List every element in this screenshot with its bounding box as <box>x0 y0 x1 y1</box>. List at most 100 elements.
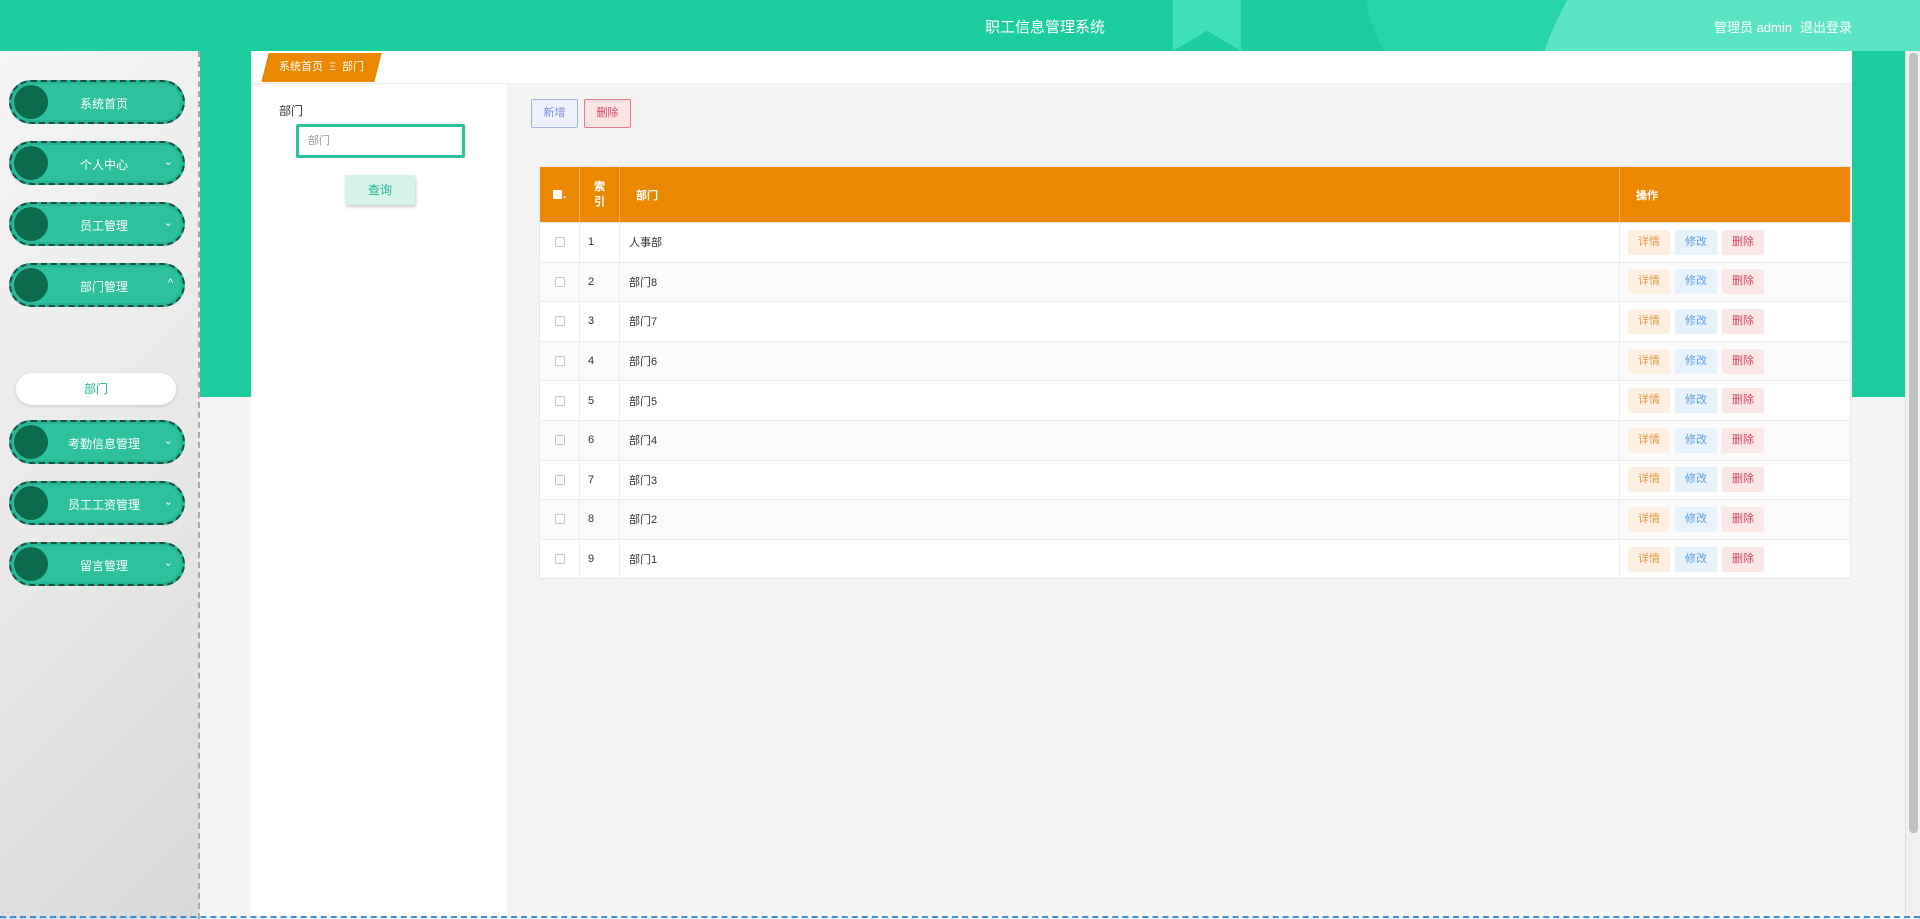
menu-circle-icon <box>14 425 48 459</box>
edit-button[interactable]: 修改 <box>1675 467 1717 493</box>
sidebar-item-label: 留言管理 <box>79 559 128 573</box>
table-row: 1 人事部 详情 修改 删除 <box>540 222 1850 262</box>
menu-circle-icon <box>14 85 48 119</box>
batch-delete-button[interactable]: 删除 <box>584 99 631 128</box>
detail-button[interactable]: 详情 <box>1628 388 1670 414</box>
sidebar-item-employee[interactable]: 员工管理 ⌄ <box>9 202 185 246</box>
detail-button[interactable]: 详情 <box>1628 427 1670 453</box>
detail-button[interactable]: 详情 <box>1628 348 1670 374</box>
breadcrumb-separator: Ξ <box>329 61 337 73</box>
row-index: 4 <box>580 341 620 381</box>
chevron-down-icon: ⌄ <box>163 217 173 229</box>
row-checkbox[interactable] <box>554 316 565 327</box>
table-row: 9 部门1 详情 修改 删除 <box>540 538 1850 579</box>
add-button[interactable]: 新增 <box>531 99 578 128</box>
edit-button[interactable]: 修改 <box>1675 546 1717 572</box>
chevron-up-icon: ^ <box>167 277 173 289</box>
delete-button[interactable]: 删除 <box>1722 506 1764 532</box>
detail-button[interactable]: 详情 <box>1628 506 1670 532</box>
row-department-name: 部门5 <box>620 381 1620 420</box>
menu-circle-icon <box>14 547 48 581</box>
content-frame: 系统首页 Ξ 部门 部门 部门 查询 新增 删除 . 索引 部门 操作 1 人事部 详情… <box>251 51 1852 917</box>
row-index: 9 <box>580 539 620 579</box>
row-checkbox[interactable] <box>554 237 565 248</box>
row-index: 2 <box>580 262 620 302</box>
delete-button[interactable]: 删除 <box>1722 269 1764 295</box>
sidebar-item-messages[interactable]: 留言管理 ⌄ <box>9 542 185 586</box>
breadcrumb-home[interactable]: 系统首页 <box>279 53 323 82</box>
row-checkbox[interactable] <box>554 554 565 565</box>
sidebar-item-label: 部门管理 <box>79 280 128 294</box>
row-index: 3 <box>580 302 620 341</box>
row-department-name: 部门4 <box>620 420 1620 460</box>
sidebar: 系统首页 个人中心 ⌄ 员工管理 ⌄ 部门管理 ^ 部门 考勤信息管理 ⌄ 员工工资管理… <box>0 51 200 919</box>
row-checkbox[interactable] <box>554 435 565 446</box>
breadcrumb-bar: 系统首页 Ξ 部门 <box>251 51 1852 84</box>
edit-button[interactable]: 修改 <box>1675 388 1717 414</box>
sidebar-item-attendance[interactable]: 考勤信息管理 ⌄ <box>9 420 185 464</box>
detail-button[interactable]: 详情 <box>1628 269 1670 295</box>
row-checkbox[interactable] <box>554 356 565 367</box>
detail-button[interactable]: 详情 <box>1628 467 1670 493</box>
sidebar-item-personal-center[interactable]: 个人中心 ⌄ <box>9 141 185 185</box>
table-row: 8 部门2 详情 修改 删除 <box>540 499 1850 539</box>
sidebar-item-label: 个人中心 <box>79 158 128 172</box>
top-header: 职工信息管理系统 管理员 admin 退出登录 <box>0 0 1920 51</box>
row-checkbox[interactable] <box>554 276 565 287</box>
edit-button[interactable]: 修改 <box>1675 348 1717 374</box>
table-row: 7 部门3 详情 修改 删除 <box>540 459 1850 500</box>
delete-button[interactable]: 删除 <box>1722 348 1764 374</box>
delete-button[interactable]: 删除 <box>1722 467 1764 493</box>
delete-button[interactable]: 删除 <box>1722 229 1764 255</box>
sidebar-item-salary[interactable]: 员工工资管理 ⌄ <box>9 481 185 525</box>
edit-button[interactable]: 修改 <box>1675 269 1717 295</box>
table-header: . 索引 部门 操作 <box>540 167 1850 222</box>
detail-button[interactable]: 详情 <box>1628 308 1670 334</box>
row-department-name: 部门6 <box>620 341 1620 381</box>
vertical-scrollbar[interactable] <box>1905 51 1920 913</box>
row-index: 7 <box>580 460 620 500</box>
edit-button[interactable]: 修改 <box>1675 308 1717 334</box>
app-title: 职工信息管理系统 <box>984 19 1105 36</box>
breadcrumb: 系统首页 Ξ 部门 <box>261 53 382 82</box>
sidebar-item-department[interactable]: 部门管理 ^ <box>9 263 185 307</box>
delete-button[interactable]: 删除 <box>1722 427 1764 453</box>
header-operations: 操作 <box>1636 189 1658 202</box>
edit-button[interactable]: 修改 <box>1675 506 1717 532</box>
header-department: 部门 <box>620 167 1620 222</box>
sidebar-subitem-department[interactable]: 部门 <box>16 373 176 405</box>
sidebar-item-label: 考勤信息管理 <box>67 437 140 451</box>
delete-button[interactable]: 删除 <box>1722 388 1764 414</box>
table-row: 4 部门6 详情 修改 删除 <box>540 340 1850 381</box>
detail-button[interactable]: 详情 <box>1628 546 1670 572</box>
scrollbar-thumb[interactable] <box>1909 53 1918 833</box>
chevron-down-icon: ⌄ <box>163 435 173 447</box>
department-search-input[interactable]: 部门 <box>296 124 465 158</box>
menu-circle-icon <box>14 207 48 241</box>
row-checkbox[interactable] <box>554 395 565 406</box>
current-user: 管理员 admin <box>1713 20 1792 35</box>
sidebar-item-label: 员工工资管理 <box>67 498 140 512</box>
breadcrumb-current: 部门 <box>342 61 365 73</box>
row-department-name: 人事部 <box>620 223 1620 262</box>
header-bookmark-decoration <box>1173 0 1241 51</box>
delete-button[interactable]: 删除 <box>1722 546 1764 572</box>
row-index: 5 <box>580 381 620 420</box>
row-checkbox[interactable] <box>554 514 565 525</box>
query-button[interactable]: 查询 <box>345 175 415 205</box>
edit-button[interactable]: 修改 <box>1675 229 1717 255</box>
header-index: 索引 <box>580 167 620 222</box>
row-department-name: 部门1 <box>620 539 1620 579</box>
select-all-checkbox[interactable] <box>552 190 562 199</box>
chevron-down-icon: ⌄ <box>163 557 173 569</box>
table-row: 3 部门7 详情 修改 删除 <box>540 301 1850 341</box>
detail-button[interactable]: 详情 <box>1628 229 1670 255</box>
sidebar-item-home[interactable]: 系统首页 <box>9 80 185 124</box>
logout-link[interactable]: 退出登录 <box>1800 17 1852 36</box>
edit-button[interactable]: 修改 <box>1675 427 1717 453</box>
row-checkbox[interactable] <box>554 474 565 485</box>
search-panel: 部门 部门 查询 <box>251 84 507 917</box>
delete-button[interactable]: 删除 <box>1722 308 1764 334</box>
department-table: . 索引 部门 操作 1 人事部 详情 修改 删除 2 部门8 详情 修改 删除 3 部门7 详情 修改删… <box>539 166 1851 580</box>
row-index: 1 <box>580 223 620 262</box>
